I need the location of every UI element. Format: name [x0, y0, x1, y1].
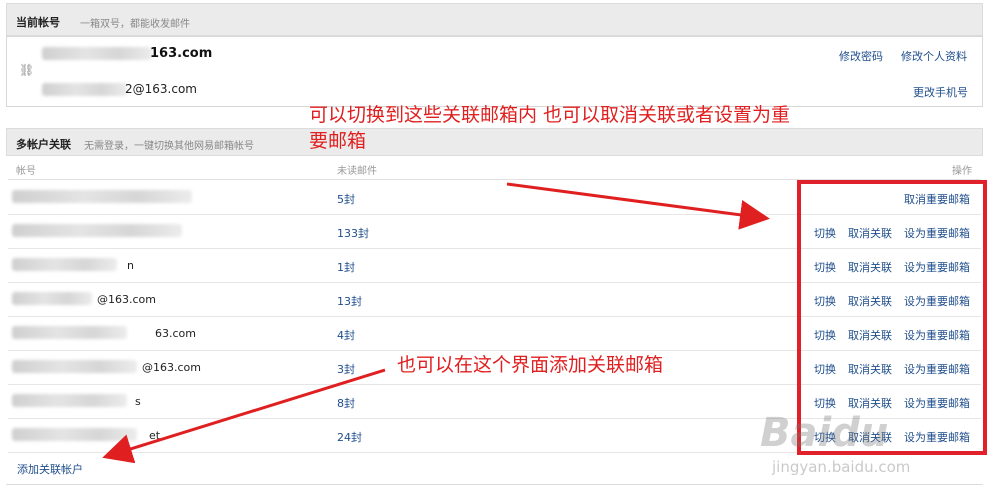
row-unread-count[interactable]: 133封 [337, 225, 369, 241]
current-account-header: 当前帐号 一箱双号，都能收发邮件 [6, 3, 983, 36]
bottom-divider [6, 484, 983, 485]
primary-account: 163.com [150, 46, 213, 61]
row-account: @163.com [142, 361, 201, 374]
annotation-note-2: 也可以在这个界面添加关联邮箱 [397, 354, 664, 376]
row-unread-count[interactable]: 4封 [337, 327, 355, 343]
column-header-account: 帐号 [16, 166, 36, 177]
blurred-account [12, 258, 117, 271]
column-header-ops: 操作 [952, 166, 972, 177]
row-account: n [127, 259, 134, 272]
current-account-box: 163.com ⛓ 2@163.com 修改密码 修改个人资料 更改手机号 [6, 36, 983, 107]
column-header-unread: 未读邮件 [337, 166, 377, 177]
blurred-account [12, 394, 127, 407]
current-account-subtitle: 一箱双号，都能收发邮件 [80, 19, 190, 30]
row-unread-count[interactable]: 13封 [337, 293, 362, 309]
blurred-account [12, 360, 137, 373]
row-unread-count[interactable]: 8封 [337, 395, 355, 411]
change-password-link[interactable]: 修改密码 [839, 48, 883, 64]
annotation-note-1-line1: 可以切换到这些关联邮箱内 也可以取消关联或者设置为重 [309, 104, 791, 126]
annotation-note-1: 可以切换到这些关联邮箱内 也可以取消关联或者设置为重 要邮箱 [309, 102, 790, 154]
multi-account-subtitle: 无需登录，一键切换其他网易邮箱帐号 [84, 141, 254, 152]
change-phone-link[interactable]: 更改手机号 [913, 84, 968, 100]
add-linked-account-link[interactable]: 添加关联帐户 [17, 461, 83, 477]
blurred-secondary-account [42, 83, 127, 96]
blurred-account [12, 428, 137, 441]
blurred-account [12, 224, 182, 237]
row-account: et [149, 429, 161, 442]
annotation-note-1-line2: 要邮箱 [309, 130, 367, 152]
current-account-title: 当前帐号 [16, 16, 60, 29]
edit-profile-link[interactable]: 修改个人资料 [901, 48, 967, 64]
row-account: @163.com [97, 293, 156, 306]
secondary-account: 2@163.com [125, 82, 197, 96]
row-unread-count[interactable]: 24封 [337, 429, 362, 445]
row-unread-count[interactable]: 1封 [337, 259, 355, 275]
blurred-account [12, 326, 127, 339]
blurred-account [12, 190, 192, 203]
link-icon: ⛓ [19, 63, 35, 77]
watermark-url: jingyan.baidu.com [772, 458, 911, 476]
row-account: 63.com [155, 327, 196, 340]
row-account: s [135, 395, 141, 408]
blurred-primary-account [42, 47, 152, 60]
multi-account-title: 多帐户关联 [16, 138, 71, 151]
watermark-logo: Baidu [760, 410, 889, 456]
row-unread-count[interactable]: 3封 [337, 361, 355, 377]
blurred-account [12, 292, 92, 305]
row-unread-count[interactable]: 5封 [337, 191, 355, 207]
